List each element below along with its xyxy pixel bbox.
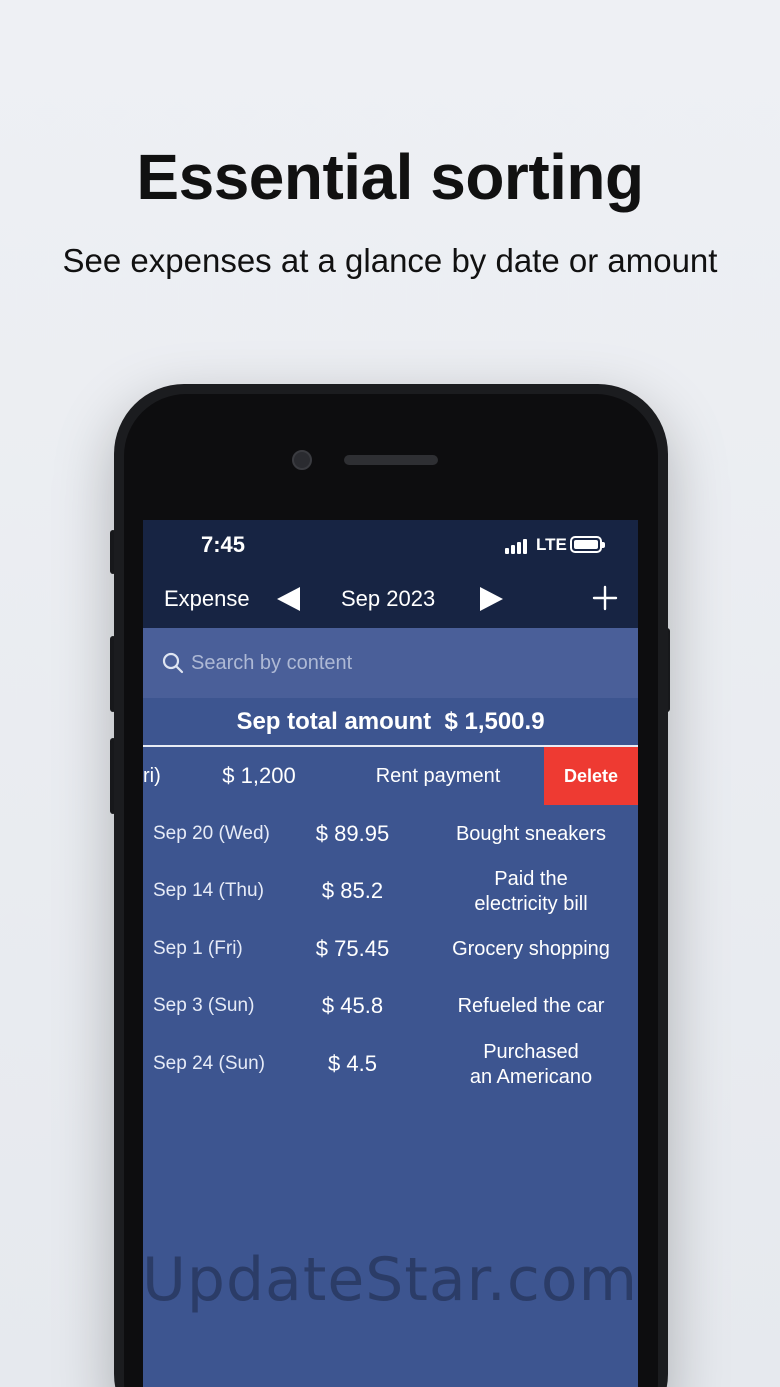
row-description: Bought sneakers <box>436 822 626 847</box>
row-amount: $ 89.95 <box>315 821 390 846</box>
plus-icon[interactable] <box>590 583 620 613</box>
triangle-right-icon[interactable] <box>480 586 504 612</box>
promo-headline: Essential sorting <box>136 141 644 213</box>
row-description-line1: Grocery shopping <box>452 938 610 960</box>
row-description: Rent payment <box>375 765 501 787</box>
expense-row[interactable]: Sep 20 (Wed) $ 89.95 Bought sneakers <box>143 805 638 862</box>
row-description-line2: electricity bill <box>474 893 588 915</box>
row-description: Paid the electricity bill <box>436 867 626 917</box>
nav-bar: Expense Sep 2023 <box>143 572 638 628</box>
expense-row[interactable]: Sep 3 (Sun) $ 45.8 Refueled the car <box>143 977 638 1034</box>
row-date: Sep 20 (Wed) <box>153 823 270 844</box>
search-input[interactable] <box>191 646 611 680</box>
nav-month[interactable]: Sep 2023 <box>341 586 435 612</box>
row-amount: $ 85.2 <box>321 878 384 903</box>
expense-row-swiped[interactable]: ri) $ 1,200 Rent payment Delete <box>143 747 638 805</box>
status-bar: 7:45 LTE <box>143 520 638 572</box>
earpiece-speaker <box>344 455 438 465</box>
total-label: Sep total amount <box>236 708 432 735</box>
row-description: Refueled the car <box>436 994 626 1019</box>
row-date: Sep 24 (Sun) <box>153 1053 265 1074</box>
expense-row[interactable]: Sep 24 (Sun) $ 4.5 Purchased an Americano <box>143 1035 638 1092</box>
delete-button[interactable]: Delete <box>544 747 638 805</box>
row-amount: $ 45.8 <box>321 993 384 1018</box>
triangle-left-icon[interactable] <box>276 586 300 612</box>
nav-title[interactable]: Expense <box>164 586 250 612</box>
row-description: Grocery shopping <box>436 937 626 962</box>
row-amount: $ 4.5 <box>328 1051 377 1076</box>
row-amount: $ 1,200 <box>222 763 296 788</box>
row-date: Sep 14 (Thu) <box>153 880 264 901</box>
row-date: Sep 1 (Fri) <box>153 938 243 959</box>
expense-row[interactable]: Sep 14 (Thu) $ 85.2 Paid the electricity bi… <box>143 862 638 919</box>
watermark: UpdateStar.com <box>141 1245 639 1315</box>
row-date: Sep 3 (Sun) <box>153 995 255 1016</box>
promo-subline: See expenses at a glance by date or amou… <box>62 242 718 279</box>
row-description-line2: an Americano <box>469 1066 593 1088</box>
signal-icon <box>505 539 527 554</box>
row-description-line1: Paid the <box>494 868 568 890</box>
search-bar <box>143 628 638 698</box>
row-description-line1: Bought sneakers <box>455 823 607 845</box>
month-total: Sep total amount $ 1,500.9 <box>143 698 638 746</box>
row-amount: $ 75.45 <box>315 936 390 961</box>
row-description: Purchased an Americano <box>436 1040 626 1090</box>
total-amount: $ 1,500.9 <box>444 708 545 735</box>
network-type: LTE <box>536 535 567 554</box>
battery-icon <box>570 536 605 553</box>
search-icon <box>162 652 184 674</box>
row-date: ri) <box>143 765 161 787</box>
expense-row[interactable]: Sep 1 (Fri) $ 75.45 Grocery shopping <box>143 920 638 977</box>
row-description-line1: Refueled the car <box>457 995 605 1017</box>
status-time: 7:45 <box>201 532 246 557</box>
row-description-line1: Purchased <box>483 1041 579 1063</box>
front-camera <box>292 450 312 470</box>
